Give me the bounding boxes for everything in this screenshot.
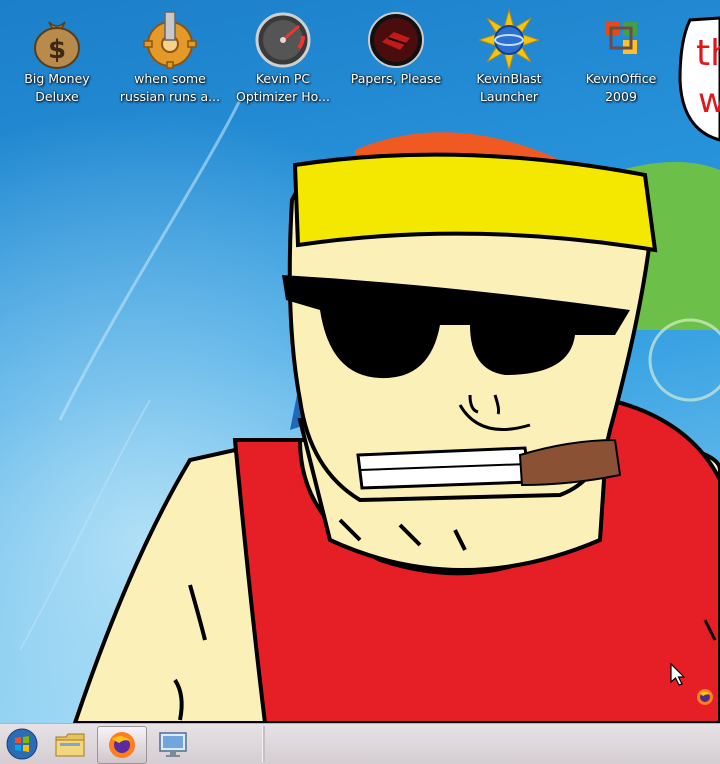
firefox-icon xyxy=(109,732,135,758)
taskbar-remote-desktop[interactable] xyxy=(153,726,193,762)
desktop-icon-papers-please[interactable]: Papers, Please xyxy=(341,8,451,88)
desktop-icon-big-money-deluxe[interactable]: $ Big Money Deluxe xyxy=(2,8,112,106)
desktop-icon-russian-runs[interactable]: when some russian runs a... xyxy=(115,8,225,106)
desktop-icon-label: KevinBlast Launcher xyxy=(476,71,542,104)
firefox-icon[interactable] xyxy=(695,687,715,707)
file-explorer-icon xyxy=(55,733,85,757)
desktop-icon-label: Big Money Deluxe xyxy=(24,71,90,104)
office-icon xyxy=(605,22,637,54)
desktop[interactable]: th w $ Big xyxy=(0,0,720,723)
papers-please-icon xyxy=(368,12,424,68)
speech-bubble-text-1: th xyxy=(696,33,720,74)
desktop-icon-kevinoffice-2009[interactable]: KevinOffice 2009 xyxy=(566,8,676,106)
money-bag-icon: $ xyxy=(34,21,80,69)
mouse-pointer-icon xyxy=(670,663,686,686)
speedometer-icon xyxy=(255,12,311,68)
gear-icon xyxy=(143,11,197,69)
taskbar-file-explorer[interactable] xyxy=(50,726,90,762)
remote-desktop-icon xyxy=(159,732,187,757)
taskbar-separator xyxy=(262,726,265,762)
desktop-icon-label: KevinOffice 2009 xyxy=(585,71,657,104)
start-button[interactable] xyxy=(2,726,42,762)
desktop-icon-label: when some russian runs a... xyxy=(119,71,221,104)
desktop-icon-kevin-pc-optimizer[interactable]: Kevin PC Optimizer Ho... xyxy=(228,8,338,106)
taskbar-firefox[interactable] xyxy=(97,726,147,764)
taskbar xyxy=(0,723,720,764)
kevinblast-icon xyxy=(479,8,539,70)
windows-orb-icon xyxy=(6,728,38,760)
desktop-icon-kevinblast-launcher[interactable]: KevinBlast Launcher xyxy=(454,8,564,106)
wallpaper: th w xyxy=(0,0,720,723)
svg-text:$: $ xyxy=(48,35,66,65)
desktop-icon-label: Papers, Please xyxy=(350,71,442,86)
desktop-icon-label: Kevin PC Optimizer Ho... xyxy=(236,71,330,104)
speech-bubble-text-2: w xyxy=(698,81,720,121)
